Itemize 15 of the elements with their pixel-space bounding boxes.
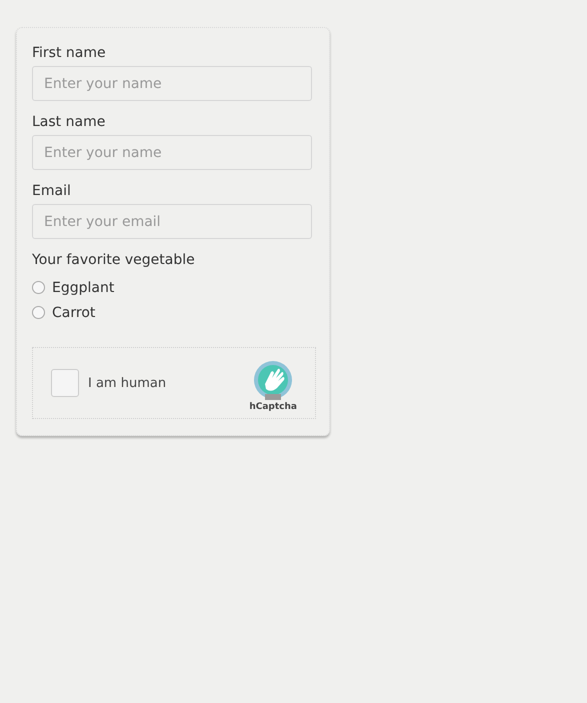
input-field[interactable]: Enter your name: [32, 66, 312, 101]
radio-button[interactable]: [32, 281, 45, 294]
input-field[interactable]: Enter your email: [32, 204, 312, 239]
input-field[interactable]: Enter your name: [32, 135, 312, 170]
field-label: First name: [32, 44, 106, 62]
field-label: Last name: [32, 113, 106, 131]
checkbox[interactable]: [51, 369, 79, 397]
checkbox-label: I am human: [88, 376, 168, 390]
radio-button[interactable]: [32, 306, 45, 319]
brand-text: hCaptcha: [249, 402, 297, 412]
field-label: Email: [32, 182, 71, 200]
radio-label[interactable]: Eggplant: [52, 280, 114, 296]
hand-logo-icon: [253, 360, 294, 400]
radio-label[interactable]: Carrot: [52, 304, 96, 320]
group-label: Your favorite vegetable: [32, 251, 195, 269]
